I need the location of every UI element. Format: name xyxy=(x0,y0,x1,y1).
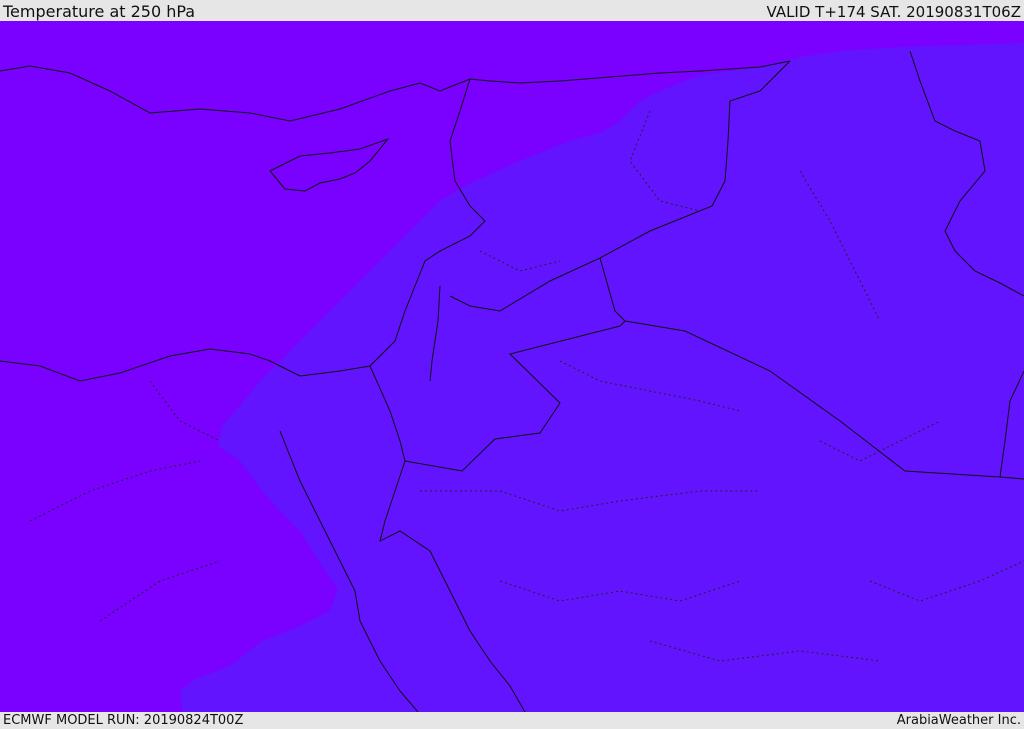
header-bar: Temperature at 250 hPa VALID T+174 SAT. … xyxy=(0,0,1024,21)
credit-label: ArabiaWeather Inc. xyxy=(896,713,1021,728)
map-title: Temperature at 250 hPa xyxy=(3,2,196,21)
model-run-label: ECMWF MODEL RUN: 20190824T00Z xyxy=(3,713,244,728)
valid-time: VALID T+174 SAT. 20190831T06Z xyxy=(766,3,1021,21)
temperature-map xyxy=(0,21,1024,712)
map-canvas[interactable] xyxy=(0,21,1024,712)
footer-bar: ECMWF MODEL RUN: 20190824T00Z ArabiaWeat… xyxy=(0,712,1024,729)
